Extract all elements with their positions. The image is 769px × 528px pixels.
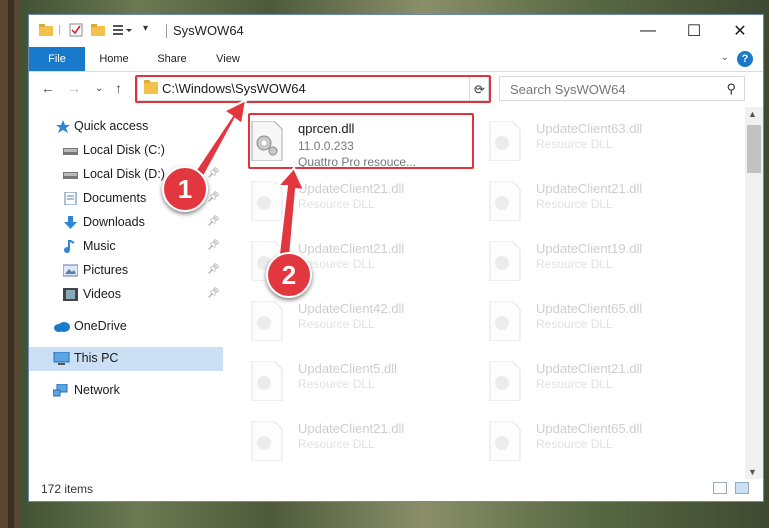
annotation-arrows	[194, 98, 306, 258]
arrow-1-icon	[194, 98, 248, 178]
step-2-badge: 2	[266, 252, 312, 298]
step-1-badge: 1	[162, 166, 208, 212]
arrow-2-icon	[275, 166, 306, 258]
